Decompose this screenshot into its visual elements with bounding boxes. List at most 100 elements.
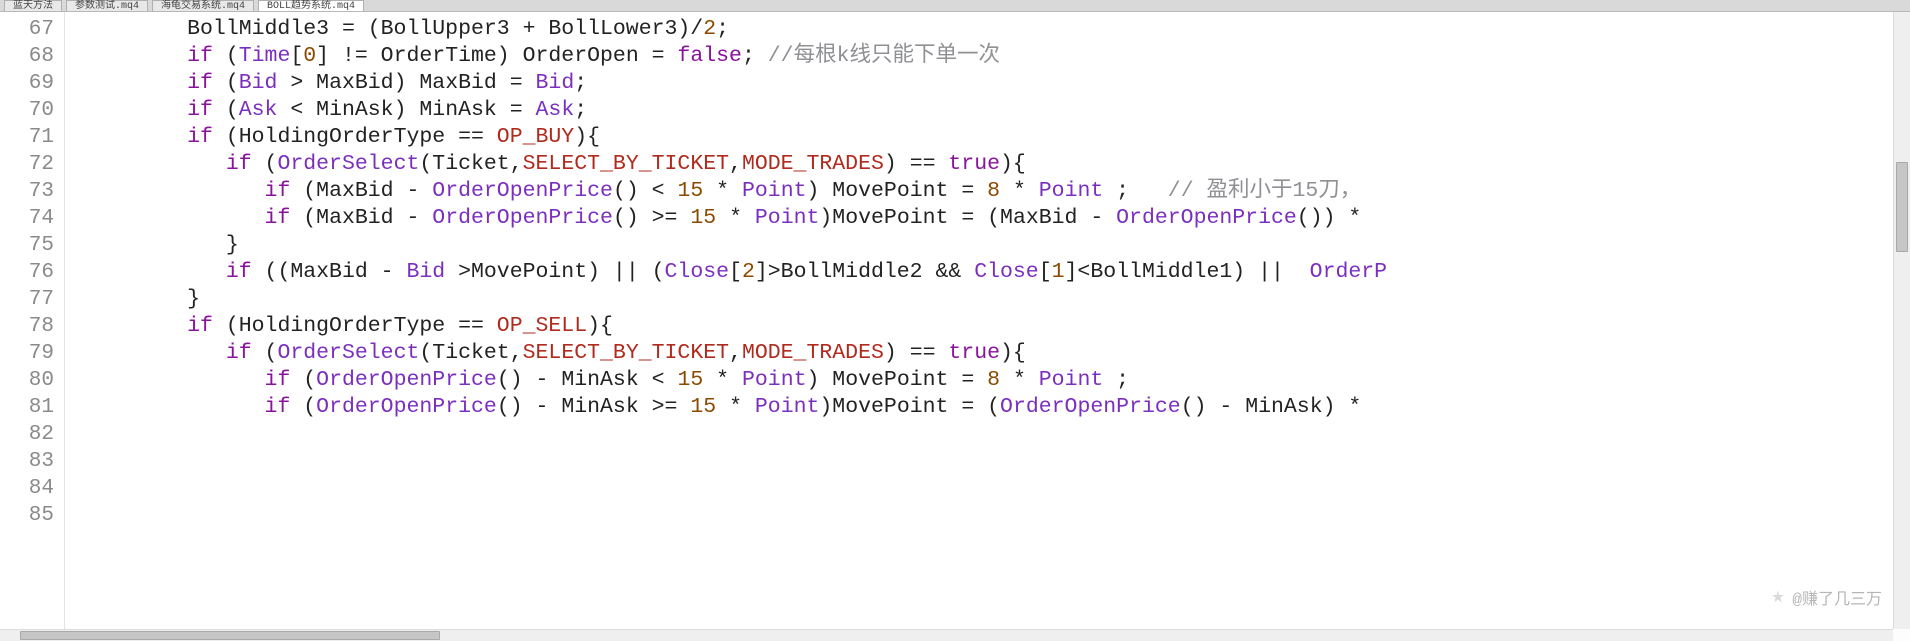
code-line[interactable]: if (Ask < MinAsk) MinAsk = Ask; [71,97,1910,124]
code-line[interactable]: if (OrderSelect(Ticket,SELECT_BY_TICKET,… [71,340,1910,367]
code-line[interactable]: if ((MaxBid - Bid >MovePoint) || (Close[… [71,259,1910,286]
file-tab[interactable]: 蓝天方法 [4,0,62,11]
code-token: Time [239,44,291,68]
code-token: 15 [677,179,703,203]
code-token: OrderOpenPrice [1000,395,1181,419]
code-token: > MaxBid) MaxBid = [277,71,535,95]
line-number: 76 [0,259,54,286]
code-token: () - MinAsk < [497,368,678,392]
code-line[interactable]: if (HoldingOrderType == OP_BUY){ [71,124,1910,151]
code-token [71,71,187,95]
code-token: ){ [1000,341,1026,365]
code-line[interactable]: if (Time[0] != OrderTime) OrderOpen = fa… [71,43,1910,70]
code-token: true [948,341,1000,365]
code-line[interactable]: if (HoldingOrderType == OP_SELL){ [71,313,1910,340]
code-token [71,368,265,392]
code-token: ) MovePoint = [807,179,988,203]
code-token: (Ticket, [419,341,522,365]
code-token: ; [716,17,729,41]
line-number: 83 [0,448,54,475]
code-token: if [265,206,291,230]
code-token: OrderSelect [277,341,419,365]
code-token: , [729,341,742,365]
code-line[interactable]: if (MaxBid - OrderOpenPrice() < 15 * Poi… [71,178,1910,205]
code-line[interactable]: if (OrderOpenPrice() - MinAsk >= 15 * Po… [71,394,1910,421]
horizontal-scrollbar[interactable] [0,629,1893,641]
code-token: ] != OrderTime) OrderOpen = [316,44,677,68]
code-token: if [187,314,213,338]
code-line[interactable]: if (OrderOpenPrice() - MinAsk < 15 * Poi… [71,367,1910,394]
code-token: Point [1039,179,1104,203]
code-area[interactable]: BollMiddle3 = (BollUpper3 + BollLower3)/… [65,12,1910,629]
code-token [71,125,187,149]
code-token: * [703,368,742,392]
vertical-scrollbar-thumb[interactable] [1896,162,1908,252]
code-token: (MaxBid - [290,179,432,203]
code-token: (HoldingOrderType == [213,125,497,149]
line-number: 75 [0,232,54,259]
code-token: OrderOpenPrice [432,206,613,230]
code-token: MODE_TRADES [742,341,884,365]
code-token: BollMiddle3 = (BollUpper3 + BollLower3)/ [71,17,703,41]
code-token: if [187,71,213,95]
code-line[interactable]: } [71,232,1910,259]
code-token [71,44,187,68]
code-line[interactable]: if (MaxBid - OrderOpenPrice() >= 15 * Po… [71,205,1910,232]
line-number: 69 [0,70,54,97]
code-token: () - MinAsk) * [1181,395,1375,419]
vertical-scrollbar[interactable] [1893,12,1910,629]
code-token: 2 [742,260,755,284]
code-token: Close [974,260,1039,284]
code-token: if [265,368,291,392]
code-token: // 盈利小于15刀， [1168,179,1362,203]
code-token: ( [290,368,316,392]
file-tab[interactable]: 参数测试.mq4 [66,0,148,11]
code-token: 15 [677,368,703,392]
line-number: 68 [0,43,54,70]
line-number: 73 [0,178,54,205]
line-number: 77 [0,286,54,313]
code-token: Point [742,368,807,392]
code-token: MODE_TRADES [742,152,884,176]
line-number: 82 [0,421,54,448]
code-token: * [703,179,742,203]
code-editor[interactable]: 67686970717273747576777879808182838485 B… [0,12,1910,629]
code-token: () < [613,179,678,203]
code-token: OP_SELL [497,314,587,338]
code-line[interactable]: if (Bid > MaxBid) MaxBid = Bid; [71,70,1910,97]
code-token: 8 [987,179,1000,203]
code-token: } [71,233,239,257]
code-token: () >= [613,206,690,230]
file-tab[interactable]: BOLL趋势系统.mq4 [258,0,364,11]
horizontal-scrollbar-thumb[interactable] [20,631,440,640]
code-token: [ [729,260,742,284]
code-token: Close [665,260,730,284]
code-token: ; [1103,179,1168,203]
line-number-gutter: 67686970717273747576777879808182838485 [0,12,65,629]
line-number: 71 [0,124,54,151]
code-token: 15 [690,206,716,230]
line-number: 72 [0,151,54,178]
code-token: true [948,152,1000,176]
code-token: 1 [1052,260,1065,284]
code-token: ; [574,71,587,95]
code-token [71,395,265,419]
code-token [71,152,226,176]
file-tab[interactable]: 海龟交易系统.mq4 [152,0,254,11]
line-number: 70 [0,97,54,124]
code-line[interactable]: if (OrderSelect(Ticket,SELECT_BY_TICKET,… [71,151,1910,178]
code-token [71,206,265,230]
code-token: ( [213,71,239,95]
code-token: [ [290,44,303,68]
code-line[interactable]: } [71,286,1910,313]
code-token: * [716,206,755,230]
code-token [71,179,265,203]
code-token: * [1000,368,1039,392]
code-token: ( [290,395,316,419]
code-token: ){ [1000,152,1026,176]
code-token [71,341,226,365]
line-number: 80 [0,367,54,394]
line-number: 81 [0,394,54,421]
line-number: 78 [0,313,54,340]
code-line[interactable]: BollMiddle3 = (BollUpper3 + BollLower3)/… [71,16,1910,43]
